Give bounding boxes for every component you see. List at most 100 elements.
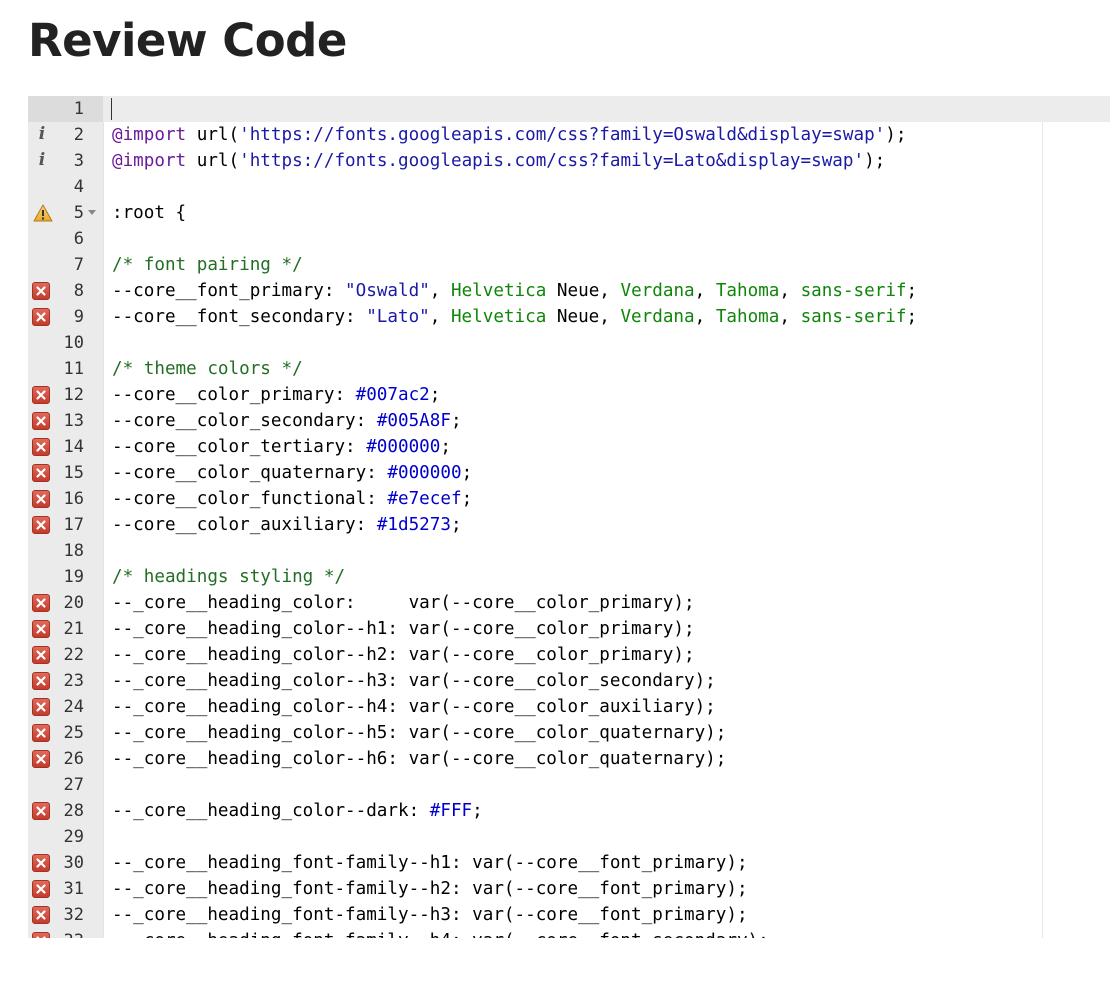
gutter-cell[interactable]: 5 bbox=[28, 200, 103, 226]
gutter-cell[interactable]: 11 bbox=[28, 356, 103, 382]
line-number: 28 bbox=[63, 801, 84, 821]
line-number: 33 bbox=[28, 928, 84, 938]
gutter-cell[interactable]: 23 bbox=[28, 668, 103, 694]
code-line[interactable]: 32 --_core__heading_font-family--h3: var(… bbox=[28, 902, 1110, 928]
gutter-cell[interactable]: 25 bbox=[28, 720, 103, 746]
code-line[interactable]: 24 --_core__heading_color--h4: var(--core… bbox=[28, 694, 1110, 720]
code-line[interactable]: 17 --core__color_auxiliary: #1d5273; bbox=[28, 512, 1110, 538]
gutter-cell[interactable]: 24 bbox=[28, 694, 103, 720]
gutter-cell[interactable]: 27 bbox=[28, 772, 103, 798]
gutter-cell[interactable]: 29 bbox=[28, 824, 103, 850]
gutter-cell[interactable]: 16 bbox=[28, 486, 103, 512]
line-number: 14 bbox=[63, 437, 84, 457]
gutter-cell[interactable]: 7 bbox=[28, 252, 103, 278]
code-line[interactable]: 5:root { bbox=[28, 200, 1110, 226]
gutter-cell[interactable]: i2 bbox=[28, 122, 103, 148]
code-token: Neue, bbox=[546, 281, 621, 301]
gutter-cell[interactable]: 28 bbox=[28, 798, 103, 824]
page-title: Review Code bbox=[28, 14, 347, 67]
line-number: 10 bbox=[63, 333, 84, 353]
code-line[interactable]: 18 bbox=[28, 538, 1110, 564]
code-line[interactable]: 1 bbox=[28, 96, 1110, 122]
code-line[interactable]: 15 --core__color_quaternary: #000000; bbox=[28, 460, 1110, 486]
code-token: ; bbox=[472, 801, 483, 821]
gutter-cell[interactable]: 32 bbox=[28, 902, 103, 928]
code-line[interactable]: 13 --core__color_secondary: #005A8F; bbox=[28, 408, 1110, 434]
code-line[interactable]: 30 --_core__heading_font-family--h1: var(… bbox=[28, 850, 1110, 876]
gutter-cell[interactable]: 26 bbox=[28, 746, 103, 772]
code-line[interactable]: 8 --core__font_primary: "Oswald", Helveti… bbox=[28, 278, 1110, 304]
code-token: Verdana bbox=[620, 281, 695, 301]
gutter-cell[interactable]: 33 bbox=[28, 928, 103, 938]
line-number: 13 bbox=[63, 411, 84, 431]
code-token: --_core__heading_color--h3: var(--core__… bbox=[112, 671, 716, 691]
code-line[interactable]: 16 --core__color_functional: #e7ecef; bbox=[28, 486, 1110, 512]
fold-arrow-icon[interactable] bbox=[88, 210, 96, 215]
code-line[interactable]: 21 --_core__heading_color--h1: var(--core… bbox=[28, 616, 1110, 642]
code-text: --core__color_functional: #e7ecef; bbox=[112, 486, 472, 512]
code-line[interactable]: 4 bbox=[28, 174, 1110, 200]
code-editor[interactable]: 1 i 2 @import url('https://fonts.googleapis… bbox=[28, 96, 1110, 938]
gutter-cell[interactable]: 8 bbox=[28, 278, 103, 304]
code-line[interactable]: 7 /* font pairing */ bbox=[28, 252, 1110, 278]
code-line[interactable]: 28 --_core__heading_color--dark: #FFF; bbox=[28, 798, 1110, 824]
gutter-cell[interactable]: 30 bbox=[28, 850, 103, 876]
code-text: --core__color_secondary: #005A8F; bbox=[112, 408, 462, 434]
code-line[interactable]: 11 /* theme colors */ bbox=[28, 356, 1110, 382]
code-line[interactable]: 29 bbox=[28, 824, 1110, 850]
line-number: 5 bbox=[73, 203, 84, 223]
gutter-cell[interactable]: 10 bbox=[28, 330, 103, 356]
gutter-cell[interactable]: 19 bbox=[28, 564, 103, 590]
code-token: --core__color_secondary: bbox=[112, 411, 377, 431]
gutter-cell[interactable]: 13 bbox=[28, 408, 103, 434]
code-line[interactable]: 25 --_core__heading_color--h5: var(--core… bbox=[28, 720, 1110, 746]
code-line[interactable]: 19 /* headings styling */ bbox=[28, 564, 1110, 590]
gutter-cell[interactable]: 22 bbox=[28, 642, 103, 668]
gutter-cell[interactable]: 18 bbox=[28, 538, 103, 564]
code-lines: 1 i 2 @import url('https://fonts.googleapis… bbox=[28, 96, 1110, 938]
code-line[interactable]: i 2 @import url('https://fonts.googleapis.… bbox=[28, 122, 1110, 148]
code-line[interactable]: 20 --_core__heading_color: var(--core__co… bbox=[28, 590, 1110, 616]
gutter-cell[interactable]: 4 bbox=[28, 174, 103, 200]
code-line[interactable]: 31 --_core__heading_font-family--h2: var(… bbox=[28, 876, 1110, 902]
gutter-cell[interactable]: i3 bbox=[28, 148, 103, 174]
code-text: --_core__heading_font-family--h1: var(--… bbox=[112, 850, 748, 876]
code-line[interactable]: 26 --_core__heading_color--h6: var(--core… bbox=[28, 746, 1110, 772]
code-token: url( bbox=[186, 125, 240, 145]
code-token: , bbox=[429, 281, 451, 301]
code-text: /* headings styling */ bbox=[112, 564, 345, 590]
code-line[interactable]: 10 bbox=[28, 330, 1110, 356]
gutter-cell[interactable]: 12 bbox=[28, 382, 103, 408]
gutter-cell[interactable]: 14 bbox=[28, 434, 103, 460]
gutter-cell[interactable]: 9 bbox=[28, 304, 103, 330]
line-number: 1 bbox=[28, 96, 84, 122]
line-number: 24 bbox=[63, 697, 84, 717]
code-line[interactable]: 33 --_core__heading_font-family--h4: var(… bbox=[28, 928, 1110, 938]
gutter-cell[interactable]: 21 bbox=[28, 616, 103, 642]
code-line[interactable]: 23 --_core__heading_color--h3: var(--core… bbox=[28, 668, 1110, 694]
code-line[interactable]: 22 --_core__heading_color--h2: var(--core… bbox=[28, 642, 1110, 668]
line-number: 9 bbox=[73, 307, 84, 327]
gutter-cell[interactable]: 31 bbox=[28, 876, 103, 902]
code-token: Helvetica bbox=[450, 281, 547, 301]
line-number: 15 bbox=[63, 463, 84, 483]
code-line[interactable]: 14 --core__color_tertiary: #000000; bbox=[28, 434, 1110, 460]
code-line[interactable]: 12 --core__color_primary: #007ac2; bbox=[28, 382, 1110, 408]
code-line[interactable]: 27 bbox=[28, 772, 1110, 798]
line-number: 32 bbox=[63, 905, 84, 925]
code-line[interactable]: 6 bbox=[28, 226, 1110, 252]
code-token: --core__font_secondary: bbox=[112, 307, 367, 327]
code-token: ; bbox=[461, 489, 473, 509]
code-token: --core__color_primary: bbox=[112, 385, 356, 405]
line-number: 25 bbox=[63, 723, 84, 743]
gutter-cell[interactable]: 17 bbox=[28, 512, 103, 538]
code-text: --_core__heading_color--h1: var(--core__… bbox=[112, 616, 695, 642]
gutter-cell[interactable]: 20 bbox=[28, 590, 103, 616]
code-line[interactable]: 9 --core__font_secondary: "Lato", Helveti… bbox=[28, 304, 1110, 330]
gutter-cell[interactable]: 1 bbox=[28, 96, 103, 122]
code-text: --_core__heading_color--dark: #FFF; bbox=[112, 798, 483, 824]
line-number: 17 bbox=[63, 515, 84, 535]
gutter-cell[interactable]: 6 bbox=[28, 226, 103, 252]
code-line[interactable]: i 3 @import url('https://fonts.googleapis.… bbox=[28, 148, 1110, 174]
gutter-cell[interactable]: 15 bbox=[28, 460, 103, 486]
